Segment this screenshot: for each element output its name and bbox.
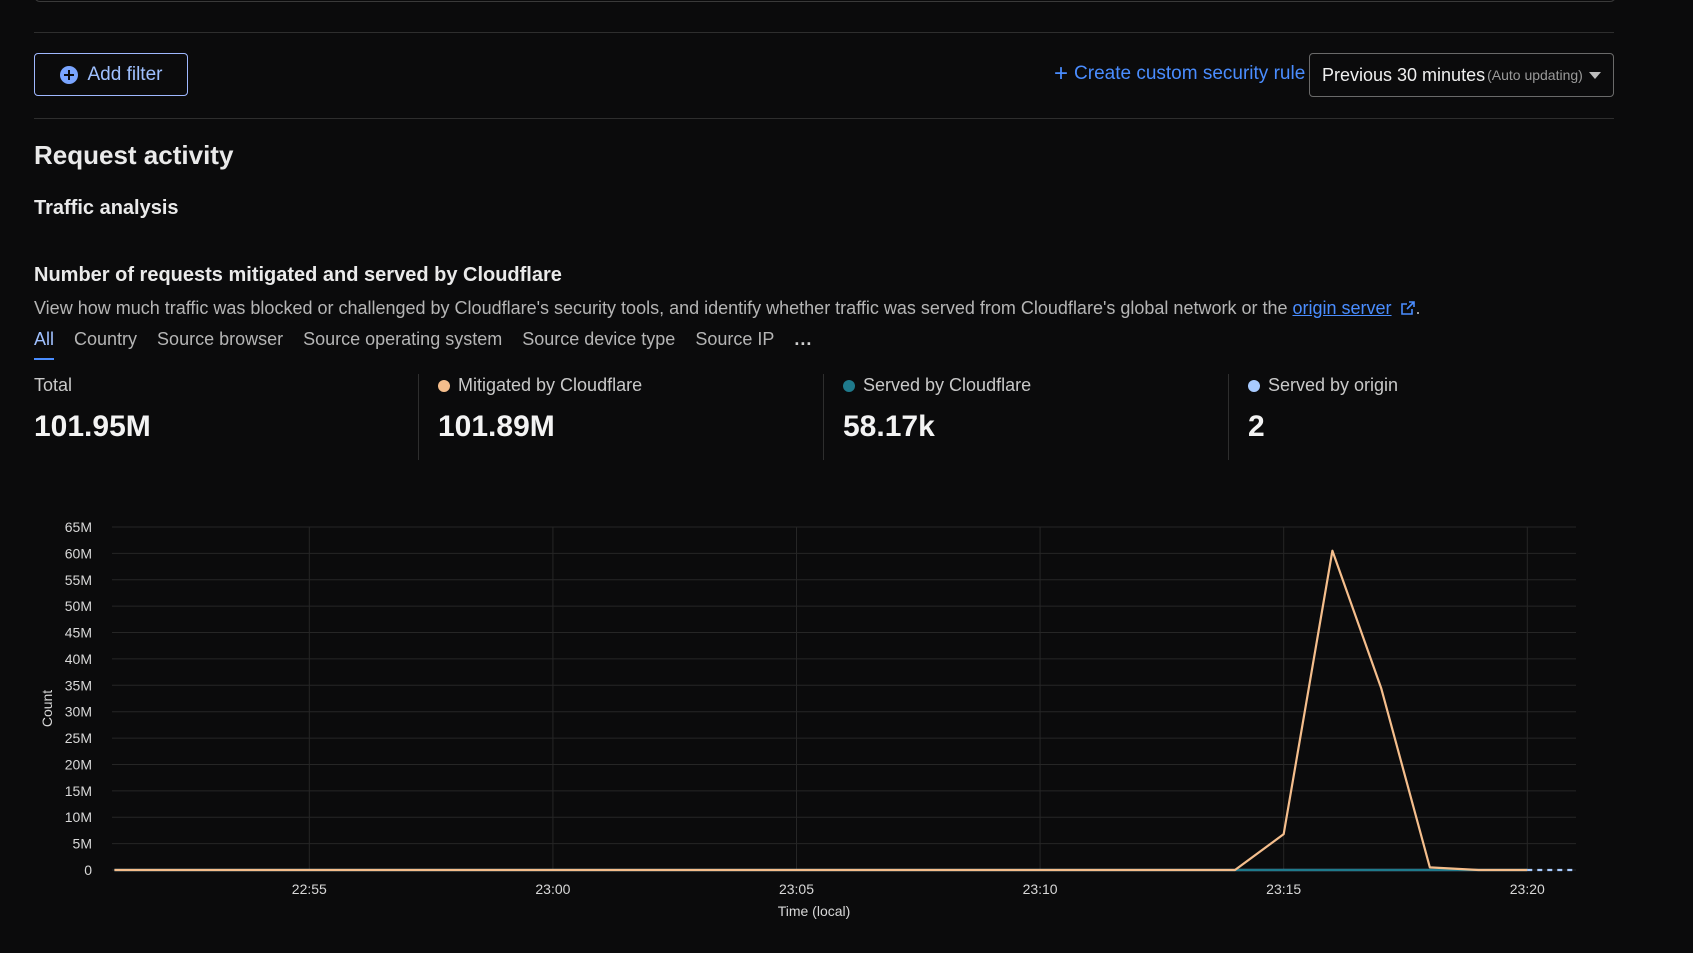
x-tick-label: 23:00	[535, 881, 570, 897]
time-range-select[interactable]: Previous 30 minutes (Auto updating)	[1309, 53, 1614, 97]
tab-source-device-type[interactable]: Source device type	[522, 329, 675, 360]
x-tick-label: 23:05	[779, 881, 814, 897]
divider	[1228, 374, 1229, 460]
series-line-mitigated-by-cloudflare	[114, 549, 1528, 872]
stat-value: 101.89M	[438, 410, 555, 443]
stat-label: Served by origin	[1268, 375, 1399, 395]
stat-value: 101.95M	[34, 410, 151, 443]
y-tick-label: 60M	[65, 545, 92, 561]
panel-title: Number of requests mitigated and served …	[34, 264, 562, 286]
y-tick-label: 45M	[65, 625, 92, 641]
more-tabs-icon[interactable]: ...	[794, 329, 812, 360]
add-filter-label: Add filter	[87, 63, 163, 85]
origin-server-link[interactable]: origin server	[1293, 298, 1392, 318]
tab-source-browser[interactable]: Source browser	[157, 329, 283, 360]
y-tick-label: 5M	[73, 836, 92, 852]
divider	[34, 32, 1614, 33]
chevron-down-icon	[1589, 72, 1601, 79]
stat-label: Total	[34, 375, 73, 395]
legend-dot-served-origin	[1248, 379, 1260, 392]
divider	[823, 374, 824, 460]
stat-value: 2	[1248, 410, 1265, 443]
description-suffix: .	[1415, 298, 1421, 318]
x-tick-label: 22:55	[292, 881, 327, 897]
y-tick-label: 10M	[65, 809, 92, 825]
x-tick-label: 23:10	[1023, 881, 1058, 897]
add-filter-button[interactable]: Add filter	[34, 53, 188, 96]
stat-served-by-origin: Served by origin 2	[1248, 375, 1398, 460]
stat-mitigated: Mitigated by Cloudflare 101.89M	[438, 375, 642, 460]
legend-dot-served-cloudflare	[843, 379, 855, 392]
stat-value: 58.17k	[843, 410, 935, 443]
time-range-value: Previous 30 minutes	[1322, 64, 1486, 85]
divider	[418, 374, 419, 460]
auto-updating-label: (Auto updating)	[1487, 67, 1583, 83]
y-tick-label: 15M	[65, 783, 92, 799]
external-link-icon[interactable]	[1400, 300, 1416, 316]
x-axis-label: Time (local)	[778, 903, 851, 919]
dimension-tabs: All Country Source browser Source operat…	[34, 329, 812, 360]
y-axis-label: Count	[39, 690, 55, 727]
tab-source-os[interactable]: Source operating system	[303, 329, 502, 360]
create-rule-label: Create custom security rule	[1074, 63, 1306, 84]
stat-label: Mitigated by Cloudflare	[458, 375, 643, 395]
y-tick-label: 25M	[65, 730, 92, 746]
tab-all[interactable]: All	[34, 329, 55, 360]
top-panel-border	[34, 0, 1616, 2]
plus-icon: +	[1054, 60, 1069, 87]
requests-line-chart: 0 5M 10M 15M 20M 25M 30M 35M 40M 45M 50M 55M 60M 65M 2…	[39, 519, 1576, 919]
y-tick-label: 0	[84, 862, 92, 878]
x-tick-label: 23:20	[1510, 881, 1545, 897]
divider	[34, 118, 1614, 119]
legend-dot-mitigated	[438, 379, 450, 392]
stat-served-by-cloudflare: Served by Cloudflare 58.17k	[843, 375, 1031, 460]
y-tick-label: 55M	[65, 572, 92, 588]
section-subtitle: Traffic analysis	[34, 197, 179, 219]
create-custom-security-rule-link[interactable]: + Create custom security rule	[1054, 60, 1306, 87]
add-circle-icon	[59, 65, 78, 84]
stat-total: Total 101.95M	[34, 375, 151, 460]
stat-label: Served by Cloudflare	[863, 375, 1032, 395]
y-tick-label: 30M	[65, 704, 92, 720]
x-tick-label: 23:15	[1266, 881, 1301, 897]
tab-source-ip[interactable]: Source IP	[695, 329, 774, 360]
y-tick-label: 65M	[65, 519, 92, 535]
page-title: Request activity	[34, 140, 234, 170]
tab-country[interactable]: Country	[74, 329, 137, 360]
y-tick-label: 50M	[65, 598, 92, 614]
y-tick-label: 20M	[65, 756, 92, 772]
description-text: View how much traffic was blocked or cha…	[34, 298, 1293, 318]
y-tick-label: 35M	[65, 677, 92, 693]
y-tick-label: 40M	[65, 651, 92, 667]
panel-description: View how much traffic was blocked or cha…	[34, 298, 1421, 319]
